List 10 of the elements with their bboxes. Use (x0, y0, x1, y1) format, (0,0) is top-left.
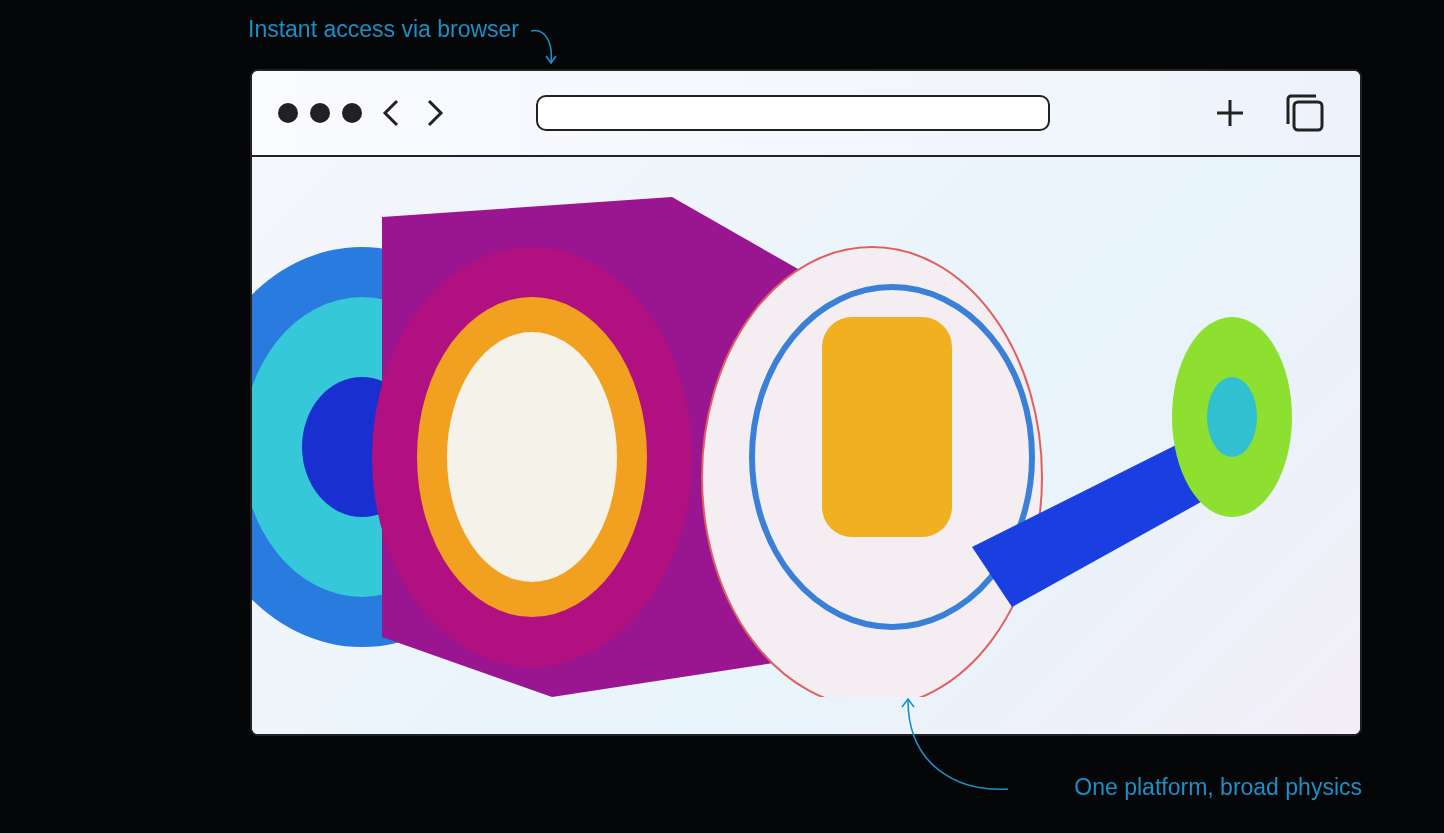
address-bar[interactable] (536, 95, 1050, 131)
copy-windows-icon[interactable] (1286, 94, 1324, 132)
window-control-dot[interactable] (310, 103, 330, 123)
window-control-dot[interactable] (342, 103, 362, 123)
back-icon[interactable] (382, 99, 400, 127)
plus-icon[interactable] (1216, 99, 1244, 127)
window-control-dot[interactable] (278, 103, 298, 123)
forward-icon[interactable] (426, 99, 444, 127)
callout-text: One platform, broad physics (1074, 773, 1362, 802)
callout-text: Instant access via browser (248, 15, 519, 44)
